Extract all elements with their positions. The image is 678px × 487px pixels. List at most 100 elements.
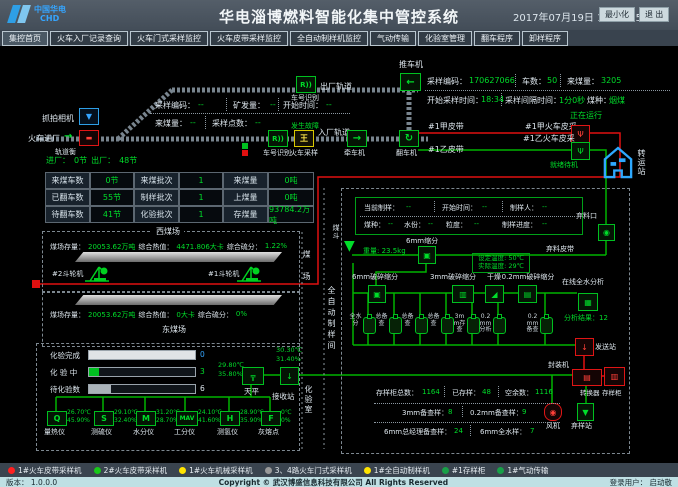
calorimeter-icon[interactable]: Q <box>47 411 67 426</box>
crusher-6mm-label: 6mm破碎缩分 <box>350 272 400 282</box>
running-status-text: 正在运行 <box>570 110 602 121</box>
moisture-analyzer-icon[interactable]: M <box>136 411 156 426</box>
field-value: -- <box>542 203 547 211</box>
bottle-label: 0.2mm分析 <box>479 314 492 334</box>
balance-humidity: 35.80% <box>218 370 243 378</box>
reject-valve-icon[interactable]: ◉ <box>598 224 615 241</box>
progress-value: 3 <box>200 367 205 376</box>
progress-bar-pending <box>88 384 196 394</box>
crusher-02mm-icon[interactable]: ▤ <box>518 285 537 303</box>
track-scale-icon[interactable]: ▬ <box>79 130 99 146</box>
ash-fusion-icon[interactable]: F <box>261 411 281 426</box>
sulfur-analyzer-icon[interactable]: S <box>94 411 114 426</box>
train-entry-arrow-icon: → <box>64 131 72 142</box>
table-cell-label: 上煤量 <box>223 189 268 206</box>
car-id-reader-icon[interactable]: R)) <box>268 130 288 147</box>
field-label: 已存样： <box>452 388 480 398</box>
field-label: 粒度： <box>446 220 467 230</box>
exit-button[interactable]: 退 出 <box>639 7 669 22</box>
proximate-analyzer-label: 工分仪 <box>174 427 195 437</box>
stacker2-icon[interactable] <box>84 263 110 283</box>
reject-belt-label: 弃料皮带 <box>546 244 574 254</box>
sample-cabinet-icon[interactable]: ▥ <box>604 367 625 386</box>
car-id-reader-icon[interactable]: R)) <box>296 76 316 93</box>
transfer-station-label: 转运站 <box>636 149 647 176</box>
east-coal-pile <box>75 295 282 305</box>
tab-belt-sampling[interactable]: 火车皮带采样监控 <box>210 31 288 46</box>
proximate-analyzer-icon[interactable]: MAV <box>176 411 198 426</box>
field-label: 车数： <box>522 76 546 87</box>
status-dot <box>179 467 186 474</box>
packer-icon[interactable]: ▤ <box>572 369 602 386</box>
field-label: 6mm全水样： <box>480 427 526 437</box>
bottle-label: 全水分 <box>349 314 362 327</box>
tab-pneumatic-transfer[interactable]: 气动传输 <box>370 31 416 46</box>
dryer-icon[interactable]: ◢ <box>485 285 504 303</box>
tab-dumper-program[interactable]: 翻车程序 <box>474 31 520 46</box>
status-dot <box>364 467 371 474</box>
divider-6mm-icon[interactable]: ▣ <box>418 246 436 264</box>
belt1-label: #1甲皮带 <box>428 121 464 132</box>
field-label: 0.2mm备查样： <box>470 408 523 418</box>
tab-unload-program[interactable]: 卸样程序 <box>522 31 568 46</box>
field-label: 采样编码： <box>427 76 467 87</box>
tab-auto-sample-prep[interactable]: 全自动制样机监控 <box>290 31 368 46</box>
transfer-station-icon[interactable] <box>603 146 633 180</box>
bottle-label: 总备查 <box>375 314 388 327</box>
capture-camera-icon[interactable]: ▼ <box>79 108 99 125</box>
puller-icon[interactable]: → <box>347 130 367 147</box>
field-label: 制样人： <box>510 203 538 213</box>
divider <box>205 116 206 129</box>
crusher-6mm-icon[interactable]: ▣ <box>368 285 386 303</box>
tab-home[interactable]: 集控首页 <box>2 31 48 46</box>
belt2-sampler-icon[interactable]: Ψ <box>571 142 590 160</box>
field-value: -- <box>198 100 204 109</box>
receiver-humidity: 31.40% <box>276 355 301 363</box>
field-value: -- <box>270 100 276 109</box>
receiver-station-icon[interactable]: ↓ <box>280 367 299 385</box>
converter-label: 转换器 <box>580 387 600 397</box>
tab-lab-management[interactable]: 化验室管理 <box>418 31 472 46</box>
sample-bottle-icon <box>493 317 506 334</box>
balance-icon[interactable]: ╦ <box>242 367 264 385</box>
waste-station-icon[interactable]: ▼ <box>577 403 594 421</box>
status-dot <box>265 467 272 474</box>
lab-side-label: 化验室 <box>303 385 314 415</box>
pusher-icon[interactable]: ← <box>400 73 421 91</box>
divider <box>470 425 471 436</box>
online-moisture-icon[interactable]: ▦ <box>578 293 598 311</box>
table-cell-label: 来煤车数 <box>45 172 90 189</box>
bottle-label: 3mm存查 <box>453 314 466 334</box>
field-label: 开始采样时间： <box>427 95 483 106</box>
car-dumper-icon[interactable]: ↻ <box>399 130 419 147</box>
stacker1-icon[interactable] <box>236 263 262 283</box>
bottle-label: 总备查 <box>427 314 440 327</box>
table-cell-label: 待翻车数 <box>45 206 90 223</box>
field-label: 开始时间： <box>283 100 323 111</box>
train-entry-label: 火车进厂 <box>28 133 60 144</box>
minimize-button[interactable]: 最小化 <box>599 7 635 22</box>
device-legend-bar: 1#火车皮带采样机 2#火车皮带采样机 1#火车机械采样机 3、4路火车门式采样… <box>0 463 678 477</box>
table-cell-label: 存煤量 <box>223 206 268 223</box>
send-station-icon[interactable]: ↓ <box>575 338 594 356</box>
divider <box>150 113 350 114</box>
hopper-weight: 重量: 23.5kg <box>363 246 406 256</box>
hydrogen-analyzer-icon[interactable]: H <box>220 411 240 426</box>
tab-train-entry-records[interactable]: 火车入厂记录查询 <box>50 31 128 46</box>
field-label: 当前制样： <box>364 203 399 213</box>
field-label: 水份： <box>404 220 425 230</box>
field-label: 矿发量： <box>233 100 265 111</box>
receiver-station-label: 接收站 <box>272 391 295 402</box>
instrument-temp: 29.10℃ <box>114 409 138 416</box>
stacker1-label: #1斗轮机 <box>208 269 239 279</box>
table-cell-value: 1 <box>179 206 223 223</box>
table-cell-value: 93784.2万吨 <box>268 206 314 223</box>
tab-gantry-sampling[interactable]: 火车门式采样监控 <box>130 31 208 46</box>
divider <box>501 93 502 106</box>
progress-label: 化验完成 <box>50 350 80 361</box>
train-sampler-icon[interactable]: 王 <box>294 130 314 147</box>
table-cell-value: 55节 <box>90 189 134 206</box>
sulfur-analyzer-label: 测硫仪 <box>91 427 112 437</box>
crusher-3mm-icon[interactable]: ▥ <box>452 285 474 303</box>
coal-type-value: 烟煤 <box>609 95 625 106</box>
